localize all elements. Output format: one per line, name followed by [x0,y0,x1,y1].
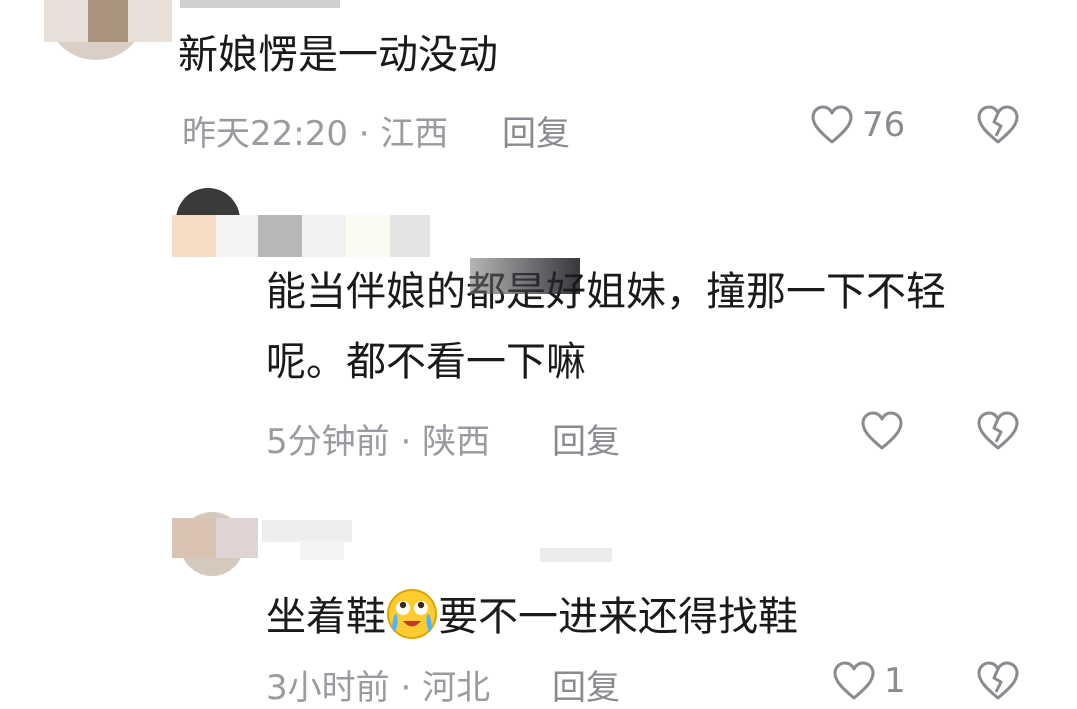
reply-button[interactable]: 回复 [552,414,620,463]
comment-text-part: 坐着鞋 [266,594,386,640]
comment-text: 坐着鞋 要不一进来还得找鞋 [266,588,798,644]
comment-meta: 5分钟前 · 陕西 [266,414,490,463]
comment-time: 3小时前 [266,668,390,708]
meta-separator: · [347,114,381,154]
username-blur [300,540,344,560]
like-button[interactable]: 76 [810,104,905,146]
heart-outline-icon [810,104,854,146]
like-count: 1 [884,661,906,701]
comment-meta: 昨天22:20 · 江西 [182,106,448,155]
username-blur [346,215,390,257]
username-blur [262,520,352,542]
comment-meta: 3小时前 · 河北 [266,660,490,709]
comment-location: 陕西 [422,422,491,462]
avatar-blur-mask [88,0,128,42]
comment-location: 江西 [380,114,449,154]
avatar-blur-mask [172,518,216,558]
comment-text-part: 要不一进来还得找鞋 [438,594,798,640]
broken-heart-icon[interactable] [976,104,1020,146]
text-blur-mask [470,258,580,294]
username-blur [180,0,340,8]
comment-time: 5分钟前 [266,422,390,462]
comment-text: 新娘愣是一动没动 [178,32,498,78]
username-blur [258,215,302,257]
comment-text: 呢。都不看一下嘛 [266,339,586,385]
like-button[interactable]: 1 [832,660,906,702]
comment-location: 河北 [422,668,491,708]
comment-text: 能当伴娘的都是好姐妹，撞那一下不轻 [266,269,946,315]
heart-outline-icon [860,410,904,452]
broken-heart-icon[interactable] [976,660,1020,702]
username-blur [540,548,612,562]
meta-separator: · [389,422,423,462]
heart-outline-icon [832,660,876,702]
broken-heart-icon[interactable] [976,410,1020,452]
avatar-blur-mask [216,518,258,558]
crying-laughing-emoji [386,588,438,640]
like-count: 76 [862,105,906,145]
username-blur [302,215,346,257]
reply-button[interactable]: 回复 [552,660,620,709]
comment-time: 昨天22:20 [182,114,348,154]
avatar-blur-mask [172,215,216,257]
like-button[interactable] [860,410,912,452]
username-blur [390,215,430,257]
reply-button[interactable]: 回复 [502,106,570,155]
avatar-blur-mask [216,215,260,257]
meta-separator: · [389,668,423,708]
